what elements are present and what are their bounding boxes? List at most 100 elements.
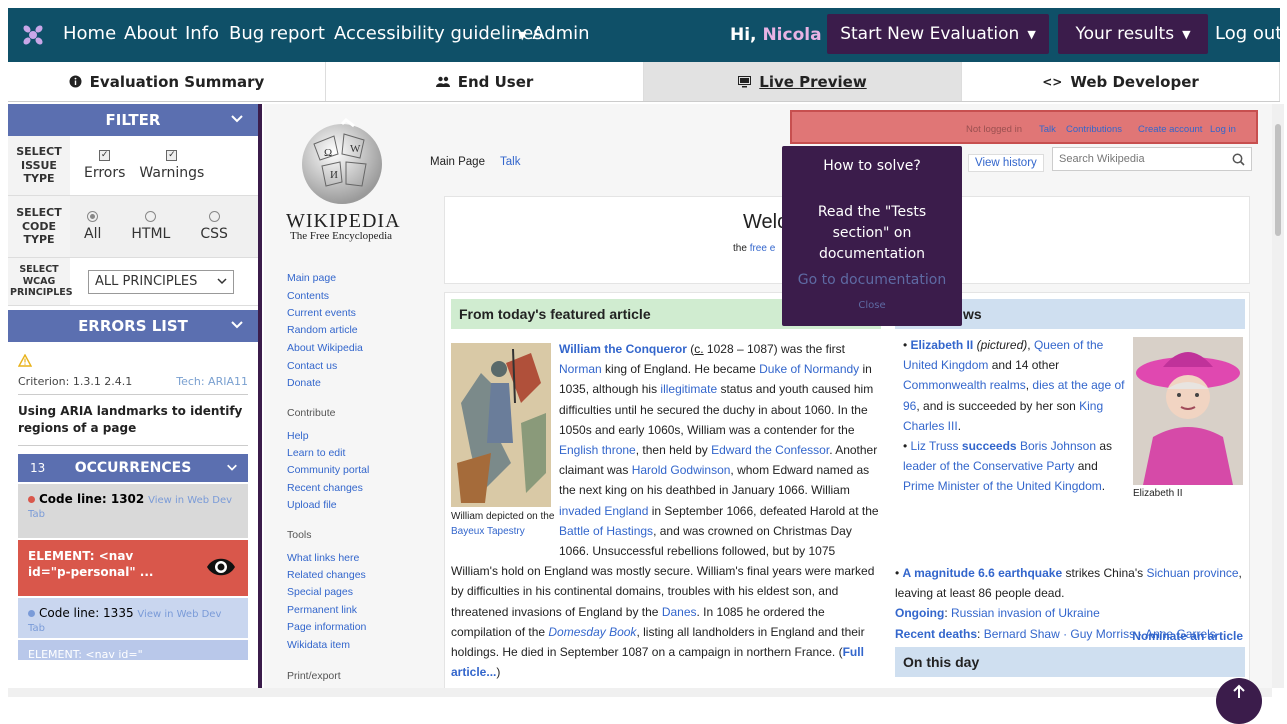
error-dot-icon <box>28 495 35 503</box>
ongoing-label[interactable]: Ongoing <box>895 606 944 620</box>
wiki-nav-link[interactable]: Main page <box>287 272 336 284</box>
news-link[interactable]: Sichuan province <box>1146 566 1238 580</box>
news-link[interactable]: Boris Johnson <box>1017 439 1096 453</box>
wiki-nav-link[interactable]: About Wikipedia <box>287 342 363 354</box>
news-link[interactable]: Commonwealth realms <box>903 378 1026 392</box>
occurrences-header[interactable]: 13 OCCURRENCES <box>18 453 248 482</box>
occurrence-element[interactable]: ELEMENT: <nav id=" <box>18 639 248 661</box>
your-results-button[interactable]: Your results ▼ <box>1058 14 1208 54</box>
scroll-to-top-button[interactable] <box>1216 678 1262 724</box>
nav-home-link[interactable]: Home <box>63 23 116 44</box>
news-link[interactable]: leader of the Conservative Party <box>903 459 1074 473</box>
code-css-radio[interactable]: CSS <box>200 211 228 242</box>
wiki-nav-link[interactable]: Current events <box>287 307 356 319</box>
warnings-checkbox[interactable]: ✓ Warnings <box>139 150 204 181</box>
wiki-nav-link[interactable]: Random article <box>287 324 358 336</box>
wiki-login-link[interactable]: Log in <box>1210 124 1236 135</box>
wcag-principles-select[interactable]: ALL PRINCIPLES <box>88 269 234 294</box>
article-link[interactable]: William the Conqueror <box>559 342 687 356</box>
news-link[interactable]: A magnitude 6.6 earthquake <box>903 566 1063 580</box>
wiki-nav-link[interactable]: Help <box>287 430 309 442</box>
tab-web-developer[interactable]: <> Web Developer <box>962 62 1280 101</box>
wiki-tab-main-page[interactable]: Main Page <box>424 154 491 170</box>
scrollbar-thumb[interactable] <box>1275 124 1281 236</box>
search-icon[interactable] <box>1232 153 1245 166</box>
article-link[interactable]: Norman <box>559 362 602 376</box>
technique-link[interactable]: Tech: ARIA11 <box>176 375 248 388</box>
wiki-nav-link[interactable]: Upload file <box>287 499 337 511</box>
article-link[interactable]: illegitimate <box>660 382 717 396</box>
eye-icon[interactable] <box>206 554 236 580</box>
code-html-radio[interactable]: HTML <box>131 211 170 242</box>
logout-link[interactable]: Log out <box>1215 23 1282 44</box>
occurrence-element-selected[interactable]: ELEMENT: <nav id="p-personal" ... <box>18 539 248 596</box>
wiki-nav-link[interactable]: Community portal <box>287 464 369 476</box>
wiki-contributions-link[interactable]: Contributions <box>1066 124 1122 135</box>
wiki-tab-talk[interactable]: Talk <box>494 154 526 170</box>
article-link[interactable]: Harold Godwinson <box>632 463 731 477</box>
wiki-nav-link[interactable]: Contents <box>287 290 329 302</box>
filter-header[interactable]: FILTER <box>8 104 258 136</box>
bayeux-tapestry-link[interactable]: Bayeux Tapestry <box>451 526 525 537</box>
wiki-nav-link[interactable]: What links here <box>287 552 359 564</box>
wiki-nav-link[interactable]: Permanent link <box>287 604 357 616</box>
article-link[interactable]: Domesday Book <box>548 625 636 639</box>
tapestry-caption: William depicted on the Bayeux Tapestry <box>451 511 555 537</box>
wiki-nav-link[interactable]: Page information <box>287 621 366 633</box>
news-link[interactable]: Elizabeth II <box>911 338 974 352</box>
occurrence-item[interactable]: Code line: 1335 View in Web Dev Tab <box>18 597 248 638</box>
nominate-article-link[interactable]: Nominate an article <box>1132 629 1243 643</box>
errors-checkbox[interactable]: ✓ Errors <box>84 150 125 181</box>
news-link[interactable]: Liz Truss <box>911 439 959 453</box>
errors-list-header[interactable]: ERRORS LIST <box>8 310 258 342</box>
article-link[interactable]: Battle of Hastings <box>559 524 653 538</box>
welcome-title: Welc <box>743 211 788 233</box>
monitor-icon <box>738 75 752 87</box>
nav-accessibility-guidelines-link[interactable]: Accessibility guidelines <box>334 23 543 44</box>
news-link[interactable]: Russian invasion of Ukraine <box>951 606 1100 620</box>
bayeux-tapestry-image[interactable] <box>451 343 551 507</box>
wiki-nav-link[interactable]: Special pages <box>287 586 353 598</box>
free-link[interactable]: free e <box>750 243 776 254</box>
nav-bug-report-link[interactable]: Bug report <box>229 23 325 44</box>
recent-deaths-label[interactable]: Recent deaths <box>895 627 977 641</box>
wiki-nav-link[interactable]: Wikidata item <box>287 639 350 651</box>
wiki-search-input[interactable]: Search Wikipedia <box>1052 147 1252 171</box>
wiki-nav-link[interactable]: Learn to edit <box>287 447 345 459</box>
article-link[interactable]: Danes <box>662 605 697 619</box>
article-link[interactable]: Duke of Normandy <box>759 362 859 376</box>
nav-admin-label: Admin <box>532 23 590 44</box>
wikipedia-globe-logo[interactable]: Ω W И <box>294 114 390 210</box>
wiki-nav-link[interactable]: Contact us <box>287 360 337 372</box>
chevron-down-icon <box>227 464 237 471</box>
article-link[interactable]: Edward the Confessor <box>711 443 829 457</box>
article-link[interactable]: English throne <box>559 443 636 457</box>
tab-live-preview[interactable]: Live Preview <box>644 62 962 101</box>
app-logo-icon[interactable] <box>20 22 46 48</box>
code-type-label: SELECT CODE TYPE <box>8 196 70 257</box>
tooltip-close-button[interactable]: Close <box>782 300 962 311</box>
news-link[interactable]: Prime Minister of the United Kingdom <box>903 479 1102 493</box>
wiki-tab-view-history[interactable]: View history <box>968 154 1044 172</box>
start-new-evaluation-button[interactable]: Start New Evaluation ▼ <box>827 14 1049 54</box>
wiki-talk-link[interactable]: Talk <box>1039 124 1056 135</box>
code-all-radio[interactable]: All <box>84 211 101 242</box>
news-link[interactable]: succeeds <box>959 439 1017 453</box>
wiki-nav-link[interactable]: Related changes <box>287 569 366 581</box>
go-to-documentation-link[interactable]: Go to documentation <box>782 272 962 288</box>
article-link[interactable]: c. <box>694 342 703 356</box>
article-link[interactable]: invaded England <box>559 504 648 518</box>
horizontal-scrollbar[interactable] <box>8 688 1272 697</box>
wiki-create-account-link[interactable]: Create account <box>1138 124 1202 135</box>
occurrence-item[interactable]: Code line: 1302 View in Web Dev Tab <box>18 483 248 538</box>
nav-about-link[interactable]: About <box>124 23 177 44</box>
tab-evaluation-summary[interactable]: Evaluation Summary <box>8 62 326 101</box>
wiki-nav-link[interactable]: Donate <box>287 377 321 389</box>
nav-info-link[interactable]: Info <box>185 23 219 44</box>
elizabeth-ii-photo[interactable] <box>1133 337 1243 485</box>
nav-admin-dropdown[interactable]: ▼ Admin <box>518 23 590 44</box>
vertical-scrollbar[interactable] <box>1272 104 1284 688</box>
tab-end-user[interactable]: End User <box>326 62 644 101</box>
wiki-nav-link[interactable]: Recent changes <box>287 482 363 494</box>
your-results-label: Your results <box>1075 24 1175 44</box>
